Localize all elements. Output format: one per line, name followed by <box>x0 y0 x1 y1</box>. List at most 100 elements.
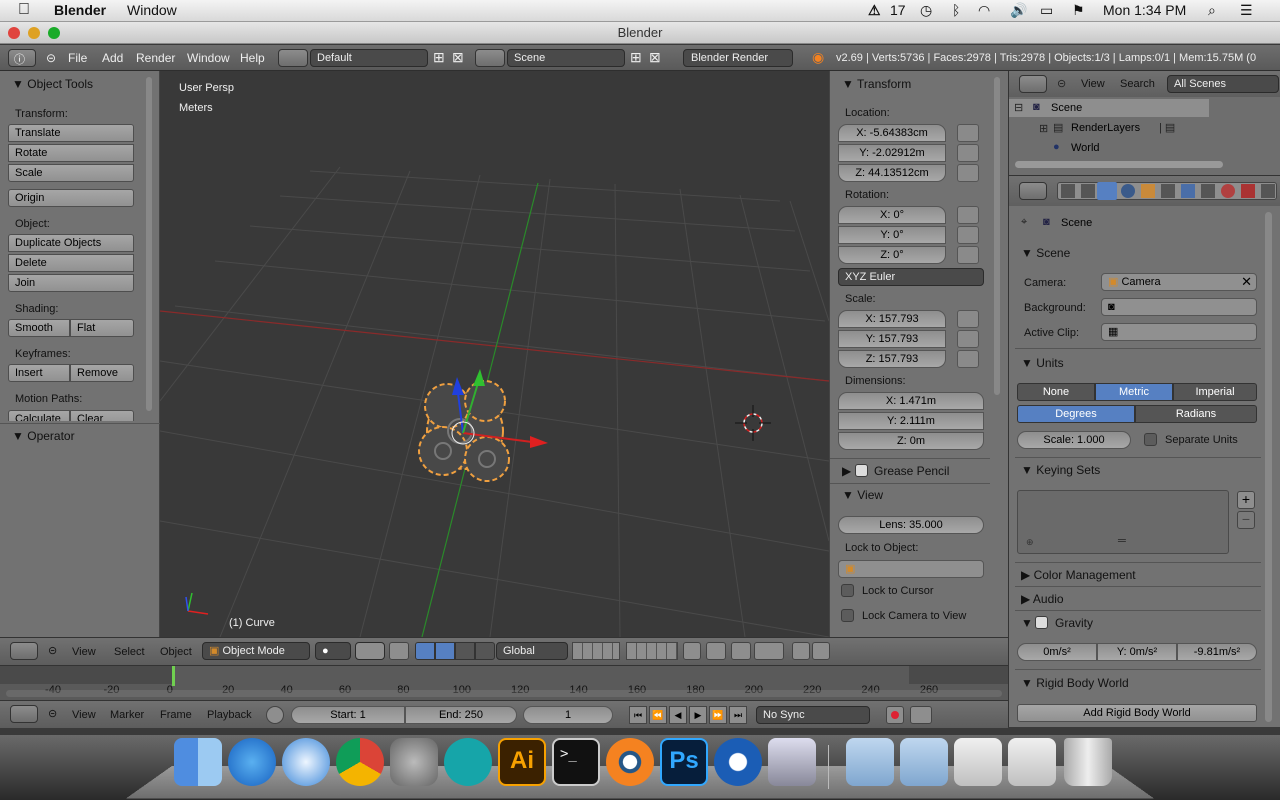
physics-tab-icon[interactable] <box>1261 184 1275 198</box>
auto-keyframe-icon[interactable] <box>886 706 904 724</box>
collapse-icon[interactable]: ⊝ <box>1057 77 1066 90</box>
location-y-field[interactable]: Y: -2.02912m <box>838 144 946 162</box>
collapse-tree-icon[interactable]: ⊟ <box>1014 101 1023 114</box>
scale-z-field[interactable]: Z: 157.793 <box>838 350 946 368</box>
unit-metric-button[interactable]: Metric <box>1095 383 1173 401</box>
lock-location-x-icon[interactable] <box>957 124 979 142</box>
gravity-y-field[interactable]: Y: 0m/s² <box>1097 643 1177 661</box>
audio-header[interactable]: ▶ Audio <box>1021 592 1064 606</box>
outliner-menu-search[interactable]: Search <box>1120 78 1155 90</box>
translate-manipulator-icon[interactable] <box>415 642 435 660</box>
menu-render[interactable]: Render <box>136 51 175 65</box>
properties-scrollbar[interactable] <box>994 77 1000 395</box>
wifi-icon[interactable]: ◠ <box>978 2 990 19</box>
remove-screen-icon[interactable]: ⊠ <box>452 49 464 66</box>
transform-panel-header[interactable]: ▼ Transform <box>842 77 911 91</box>
list-resize-handle[interactable]: ═ <box>1118 535 1126 547</box>
add-keying-set-button[interactable]: + <box>1237 491 1255 509</box>
origin-button[interactable]: Origin <box>8 189 134 207</box>
sync-mode-select[interactable]: No Sync <box>756 706 870 724</box>
material-tab-icon[interactable] <box>1221 184 1235 198</box>
spotlight-icon[interactable]: ⌕ <box>1208 2 1216 19</box>
degrees-button[interactable]: Degrees <box>1017 405 1135 423</box>
collapse-icon[interactable]: ⊝ <box>48 707 57 720</box>
properties-editor-type-button[interactable] <box>1019 182 1047 200</box>
applications-folder-icon[interactable] <box>846 738 894 786</box>
active-clip-field[interactable]: ▦ <box>1101 323 1257 341</box>
mode-select[interactable]: ▣ Object Mode <box>202 642 310 660</box>
outliner-filter-select[interactable]: All Scenes <box>1167 75 1279 93</box>
calculate-button[interactable]: Calculate <box>8 410 70 421</box>
scale-manipulator-icon[interactable] <box>455 642 475 660</box>
snap-element-select[interactable] <box>754 642 784 660</box>
constraints-tab-icon[interactable] <box>1161 184 1175 198</box>
lock-scale-z-icon[interactable] <box>957 350 979 368</box>
gravity-checkbox[interactable] <box>1035 616 1048 629</box>
play-reverse-icon[interactable]: ◀ <box>669 706 687 724</box>
rotation-x-field[interactable]: X: 0° <box>838 206 946 224</box>
lock-scale-y-icon[interactable] <box>957 330 979 348</box>
lock-object-field[interactable]: ▣ <box>838 560 984 578</box>
location-x-field[interactable]: X: -5.64383cm <box>838 124 946 142</box>
timeline-scrollbar[interactable] <box>6 690 1002 697</box>
gravity-header[interactable]: ▼ <box>1021 616 1033 630</box>
lock-rotation-y-icon[interactable] <box>957 226 979 244</box>
rotate-button[interactable]: Rotate <box>8 144 134 162</box>
menu-add[interactable]: Add <box>102 51 123 65</box>
smooth-button[interactable]: Smooth <box>8 319 70 337</box>
preview-range-icon[interactable] <box>266 706 284 724</box>
dimension-z-field[interactable]: Z: 0m <box>838 432 984 450</box>
outliner-menu-view[interactable]: View <box>1081 78 1105 90</box>
render-animation-icon[interactable] <box>812 642 830 660</box>
render-opengl-icon[interactable] <box>792 642 810 660</box>
camera-field[interactable]: ▣ Camera ✕ <box>1101 273 1257 291</box>
timeline-menu-view[interactable]: View <box>72 709 96 721</box>
keying-sets-list[interactable]: ═ ⊕ <box>1017 490 1229 554</box>
time-machine-icon[interactable]: ◷ <box>920 2 932 19</box>
current-frame-marker[interactable] <box>172 666 175 686</box>
terminal-icon[interactable]: >_ <box>552 738 600 786</box>
remove-keying-set-button[interactable]: − <box>1237 511 1255 529</box>
add-rigid-body-world-button[interactable]: Add Rigid Body World <box>1017 704 1257 722</box>
3d-cursor-icon[interactable] <box>735 405 771 441</box>
scale-x-field[interactable]: X: 157.793 <box>838 310 946 328</box>
clock[interactable]: Mon 1:34 PM <box>1103 2 1186 18</box>
remove-scene-icon[interactable]: ⊠ <box>649 49 661 66</box>
jump-end-icon[interactable]: ⏭ <box>729 706 747 724</box>
world-tab-icon[interactable] <box>1121 184 1135 198</box>
lock-to-cursor-checkbox[interactable] <box>841 584 854 597</box>
notification-center-icon[interactable]: ☰ <box>1240 2 1253 19</box>
preview-icon[interactable] <box>768 738 816 786</box>
chrome-icon[interactable] <box>336 738 384 786</box>
grease-pencil-checkbox[interactable] <box>855 464 868 477</box>
apple-icon[interactable]:  <box>18 1 30 19</box>
manipulator-toggle-icon[interactable] <box>389 642 409 660</box>
keying-sets-header[interactable]: ▼ Keying Sets <box>1021 463 1100 477</box>
photoshop-icon[interactable]: Ps <box>660 738 708 786</box>
shelf-scrollbar[interactable] <box>146 77 152 411</box>
manipulator-extra-icon[interactable] <box>475 642 495 660</box>
menu-window[interactable]: Window <box>187 51 230 65</box>
start-frame-field[interactable]: Start: 1 <box>291 706 405 724</box>
arduino-icon[interactable] <box>444 738 492 786</box>
timeline-area[interactable]: -40 -20 0 20 40 60 80 100 120 140 160 180 200 220 240 2… <box>0 665 1008 700</box>
gravity-x-field[interactable]: 0m/s² <box>1017 643 1097 661</box>
minimize-window-button[interactable] <box>28 27 40 39</box>
transform-orientation-select[interactable]: Global <box>496 642 568 660</box>
app-store-icon[interactable] <box>228 738 276 786</box>
rotation-y-field[interactable]: Y: 0° <box>838 226 946 244</box>
unit-imperial-button[interactable]: Imperial <box>1173 383 1257 401</box>
background-field[interactable]: ◙ <box>1101 298 1257 316</box>
data-tab-icon[interactable] <box>1201 184 1215 198</box>
lock-rotation-x-icon[interactable] <box>957 206 979 224</box>
render-engine-select[interactable]: Blender Render <box>683 49 793 67</box>
expand-tree-icon[interactable]: ⊞ <box>1039 122 1048 135</box>
view-panel-header[interactable]: ▼ View <box>842 488 883 502</box>
insert-keyframe-button[interactable]: Insert <box>8 364 70 382</box>
timeline-menu-playback[interactable]: Playback <box>207 709 252 721</box>
close-window-button[interactable] <box>8 27 20 39</box>
lock-scale-x-icon[interactable] <box>957 310 979 328</box>
quicktime-icon[interactable] <box>714 738 762 786</box>
downloads-stack-icon[interactable] <box>1008 738 1056 786</box>
duplicate-objects-button[interactable]: Duplicate Objects <box>8 234 134 252</box>
